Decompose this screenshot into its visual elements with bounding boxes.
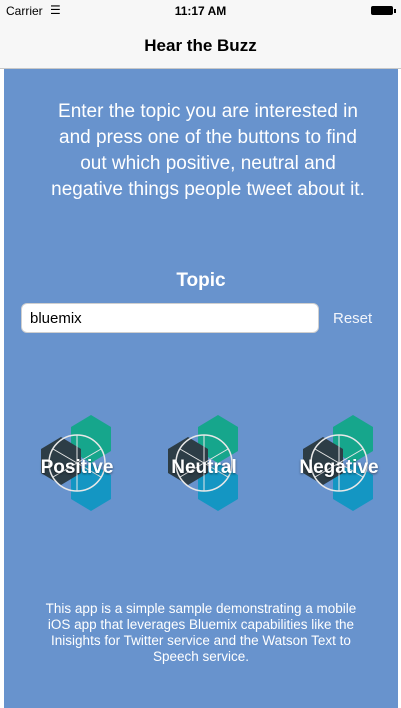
navigation-bar: Hear the Buzz [0,22,401,69]
main-panel: Enter the topic you are interested in an… [4,69,398,708]
reset-button[interactable]: Reset [333,310,372,327]
neutral-button[interactable]: Neutral [148,415,260,519]
topic-input[interactable] [21,303,319,333]
positive-label: Positive [40,457,114,478]
status-bar: Carrier ☰ 11:17 AM [0,0,401,22]
page-title: Hear the Buzz [144,36,257,55]
negative-button[interactable]: Negative [283,415,395,519]
footer-text: This app is a simple sample demonstratin… [45,601,357,664]
neutral-label: Neutral [171,457,237,478]
positive-button[interactable]: Positive [21,415,133,519]
battery-icon [371,6,396,15]
negative-label: Negative [299,457,379,478]
topic-label: Topic [176,270,226,291]
intro-text: Enter the topic you are interested in an… [51,101,365,200]
clock-label: 11:17 AM [174,4,227,18]
